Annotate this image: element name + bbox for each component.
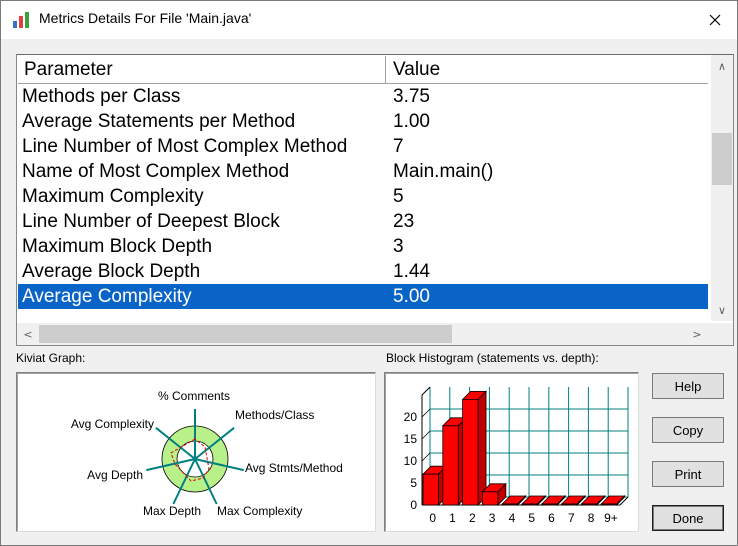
- print-button[interactable]: Print: [652, 461, 724, 487]
- kiviat-svg: % Comments Methods/Class Avg Stmts/Metho…: [71, 389, 343, 518]
- list-rows: Methods per Class 3.75 Average Statements …: [18, 84, 708, 309]
- value-cell: Main.main(): [393, 161, 494, 182]
- histogram-bar: [422, 473, 439, 506]
- parameter-cell: Average Complexity: [22, 286, 192, 307]
- histogram-y-tick-label: 20: [404, 410, 418, 424]
- parameter-cell: Line Number of Most Complex Method: [22, 136, 348, 157]
- table-row[interactable]: Maximum Block Depth 3: [18, 234, 708, 259]
- scrollbar-corner: [711, 323, 733, 345]
- histogram-side-gridline: [421, 452, 431, 462]
- app-icon: [13, 12, 29, 28]
- histogram-bar: [482, 491, 499, 506]
- histogram-bar: [462, 398, 479, 506]
- done-button[interactable]: Done: [652, 505, 724, 531]
- histogram-x-tick-label: 4: [509, 511, 516, 525]
- kiviat-axis-label-comments: % Comments: [158, 389, 230, 403]
- value-cell: 1.44: [393, 261, 430, 282]
- table-row[interactable]: Methods per Class 3.75: [18, 84, 708, 109]
- scroll-up-arrow-icon[interactable]: ∧: [712, 56, 732, 76]
- histogram-bar: [501, 503, 519, 506]
- value-cell: 3: [393, 236, 404, 257]
- window-title: Metrics Details For File 'Main.java': [39, 10, 252, 26]
- histogram-side-gridline: [421, 408, 431, 418]
- histogram-x-tick-label: 7: [568, 511, 575, 525]
- table-row[interactable]: Name of Most Complex Method Main.main(): [18, 159, 708, 184]
- histogram-x-tick-label: 5: [528, 511, 535, 525]
- histogram-y-tick-label: 0: [410, 498, 417, 512]
- close-button[interactable]: [693, 1, 737, 39]
- kiviat-axis-label-methods-class: Methods/Class: [235, 408, 314, 422]
- histogram-label: Block Histogram (statements vs. depth):: [386, 351, 599, 365]
- histogram-side-gridline: [421, 430, 431, 440]
- vertical-scrollbar[interactable]: ∧ ∨: [711, 55, 733, 321]
- title-bar[interactable]: Metrics Details For File 'Main.java': [1, 1, 737, 39]
- help-button[interactable]: Help: [652, 373, 724, 399]
- kiviat-axis-label-avg-depth: Avg Depth: [87, 468, 143, 482]
- table-row[interactable]: Average Complexity 5.00: [18, 284, 708, 309]
- parameter-cell: Average Statements per Method: [22, 111, 296, 132]
- metrics-dialog: Metrics Details For File 'Main.java' Par…: [0, 0, 738, 546]
- value-cell: 5.00: [393, 286, 430, 307]
- parameter-cell: Line Number of Deepest Block: [22, 211, 280, 232]
- histogram-top-edge: [421, 386, 431, 396]
- parameter-cell: Name of Most Complex Method: [22, 161, 290, 182]
- histogram-y-tick-label: 5: [410, 476, 417, 490]
- scroll-down-arrow-icon[interactable]: ∨: [712, 300, 732, 320]
- kiviat-axis-label-max-depth: Max Depth: [143, 504, 201, 518]
- copy-button[interactable]: Copy: [652, 417, 724, 443]
- table-row[interactable]: Average Block Depth 1.44: [18, 259, 708, 284]
- kiviat-axis-label-max-complexity: Max Complexity: [217, 504, 302, 518]
- close-icon: [709, 14, 721, 26]
- value-cell: 1.00: [393, 111, 430, 132]
- histogram-bar: [600, 503, 618, 506]
- table-row[interactable]: Line Number of Deepest Block 23: [18, 209, 708, 234]
- horizontal-scroll-thumb[interactable]: [39, 325, 452, 343]
- parameter-cell: Methods per Class: [22, 86, 181, 107]
- histogram-y-tick-label: 15: [404, 432, 418, 446]
- histogram-y-tick-label: 10: [404, 454, 418, 468]
- histogram-x-tick-label: 8: [588, 511, 595, 525]
- histogram-x-tick-label: 1: [449, 511, 456, 525]
- histogram-x-tick-label: 3: [489, 511, 496, 525]
- histogram-bar: [580, 503, 598, 506]
- histogram-x-tick-label: 2: [469, 511, 476, 525]
- column-header-value[interactable]: Value: [387, 56, 708, 83]
- histogram-x-tick-label: 0: [429, 511, 436, 525]
- value-cell: 7: [393, 136, 404, 157]
- list-header: Parameter Value: [18, 56, 708, 84]
- value-cell: 23: [393, 211, 415, 232]
- histogram-bar-side: [477, 390, 487, 506]
- kiviat-label: Kiviat Graph:: [16, 351, 86, 365]
- table-row[interactable]: Average Statements per Method 1.00: [18, 109, 708, 134]
- histogram-bar: [442, 425, 459, 506]
- scroll-right-arrow-icon[interactable]: >: [687, 324, 707, 344]
- parameter-cell: Maximum Block Depth: [22, 236, 213, 257]
- parameter-cell: Average Block Depth: [22, 261, 201, 282]
- histogram-bar: [521, 503, 538, 506]
- value-cell: 5: [393, 186, 404, 207]
- table-row[interactable]: Line Number of Most Complex Method 7: [18, 134, 708, 159]
- scroll-left-arrow-icon[interactable]: <: [18, 324, 38, 344]
- horizontal-scrollbar[interactable]: < >: [17, 323, 733, 345]
- vertical-scroll-thumb[interactable]: [712, 133, 732, 185]
- metrics-list[interactable]: Parameter Value Methods per Class 3.75 Ave…: [16, 54, 734, 346]
- block-histogram: 0 5 10 15 20 0 1 2 3 4 5 6 7 8 9+: [384, 372, 639, 532]
- histogram-bar: [541, 503, 558, 506]
- kiviat-axis-label-avg-stmts: Avg Stmts/Method: [245, 461, 343, 475]
- histogram-bar: [561, 503, 578, 506]
- table-row[interactable]: Maximum Complexity 5: [18, 184, 708, 209]
- histogram-x-tick-label: 9+: [604, 511, 618, 525]
- histogram-x-tick-label: 6: [548, 511, 555, 525]
- histogram-svg: 051015200 1 2 3 4 5 6 7 8 9+: [404, 386, 629, 525]
- kiviat-graph: % Comments Methods/Class Avg Stmts/Metho…: [16, 372, 376, 532]
- kiviat-axis-label-avg-complexity: Avg Complexity: [71, 417, 154, 431]
- value-cell: 3.75: [393, 86, 430, 107]
- column-header-parameter[interactable]: Parameter: [18, 56, 386, 83]
- parameter-cell: Maximum Complexity: [22, 186, 204, 207]
